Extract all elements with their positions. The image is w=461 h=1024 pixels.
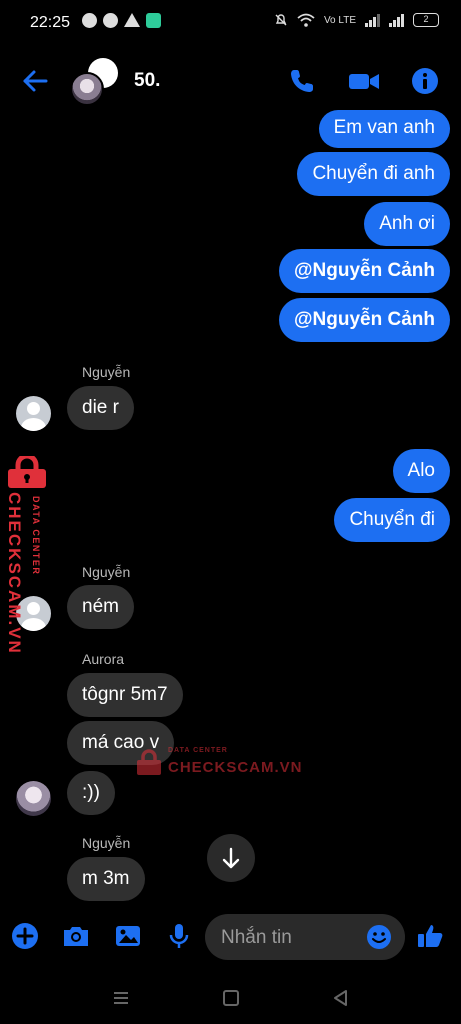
watermark-main-text: CHECKSCAM.VN — [5, 492, 24, 655]
watermark-main-text: CHECKSCAM.VN — [168, 759, 303, 776]
lock-icon — [137, 749, 161, 775]
sender-name: Nguyễn — [82, 835, 131, 851]
message-input[interactable]: Nhắn tin — [205, 914, 405, 960]
message-bubble-incoming[interactable]: :)) — [67, 771, 115, 815]
message-bubble-outgoing[interactable]: Anh ơi — [364, 202, 450, 246]
group-avatar[interactable] — [70, 58, 122, 106]
emoji-icon[interactable] — [365, 923, 393, 951]
message-bubble-outgoing[interactable]: Chuyển đi anh — [297, 152, 450, 196]
sender-name: Aurora — [82, 651, 125, 667]
chat-title[interactable]: 50. — [134, 70, 160, 92]
system-navigation-bar — [0, 975, 461, 1024]
message-bubble-outgoing[interactable]: Em van anh — [318, 110, 450, 148]
message-bubble-incoming[interactable]: die r — [67, 386, 134, 430]
lock-icon — [8, 456, 46, 488]
avatar[interactable] — [16, 781, 51, 816]
message-bubble-incoming[interactable]: ném — [67, 585, 134, 629]
message-bubble-incoming[interactable]: m 3m — [67, 857, 145, 901]
message-bubble-outgoing[interactable]: @Nguyễn Cảnh — [279, 298, 450, 342]
watermark-sub-text: DATA CENTER — [31, 496, 41, 576]
message-bubble-incoming[interactable]: tôgnr 5m7 — [67, 673, 183, 717]
plus-icon[interactable] — [10, 921, 40, 951]
message-bubble-outgoing[interactable]: @Nguyễn Cảnh — [279, 249, 450, 293]
menu-icon[interactable] — [110, 987, 132, 1009]
phone-icon[interactable] — [287, 66, 317, 96]
message-input-placeholder: Nhắn tin — [221, 927, 292, 948]
sender-name: Nguyễn — [82, 364, 131, 380]
home-icon[interactable] — [220, 987, 242, 1009]
thumbs-up-icon[interactable] — [415, 921, 445, 951]
message-list[interactable]: Em van anh Chuyển đi anh Anh ơi @Nguyễn … — [0, 0, 461, 905]
message-bubble-outgoing[interactable]: Chuyển đi — [334, 498, 450, 542]
arrow-down-icon — [222, 847, 240, 869]
avatar — [70, 72, 104, 106]
camera-icon[interactable] — [61, 921, 91, 951]
back-icon[interactable] — [330, 987, 352, 1009]
avatar[interactable] — [16, 396, 51, 431]
watermark-logo: CHECKSCAM.VN DATA CENTER — [4, 456, 50, 656]
back-arrow-icon[interactable] — [20, 66, 50, 96]
message-composer: Nhắn tin — [0, 905, 461, 969]
scroll-to-bottom-button[interactable] — [207, 834, 255, 882]
microphone-icon[interactable] — [164, 921, 194, 951]
gallery-icon[interactable] — [113, 921, 143, 951]
chat-header: 50. — [0, 50, 461, 114]
watermark-sub-text: DATA CENTER — [168, 747, 228, 754]
sender-name: Nguyễn — [82, 564, 131, 580]
video-camera-icon[interactable] — [347, 66, 381, 96]
info-icon[interactable] — [410, 66, 440, 96]
message-bubble-outgoing[interactable]: Alo — [392, 449, 450, 493]
